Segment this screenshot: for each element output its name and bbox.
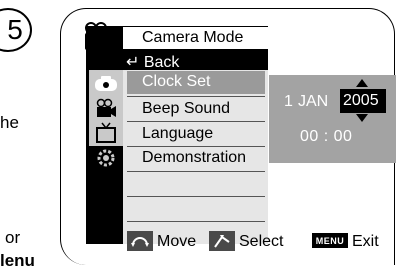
arrow-down-icon[interactable] [356,114,368,122]
page-text-fragment-1: he [0,113,19,132]
menu-header-divider [123,49,268,50]
page-text-fragment-3: lenu [0,251,35,270]
menu-item-divider [127,171,265,172]
move-dial-icon [127,231,153,251]
menu-item-clock-set[interactable]: Clock Set [142,73,210,91]
menu-title: Camera Mode [142,29,244,46]
guide-select-label: Select [239,233,284,250]
menu-item-divider [127,196,265,197]
page-text-fragment-2: or [5,228,21,247]
menu-item-divider [127,221,265,222]
clock-month[interactable]: JAN [298,93,328,111]
menu-item-divider [127,96,265,97]
menu-back-item[interactable]: ↵ Back [126,52,179,72]
arrow-up-icon[interactable] [356,79,368,87]
step-number: 5 [7,14,23,45]
menu-key-icon: MENU [312,233,348,248]
menu-item-demonstration[interactable]: Demonstration [142,149,246,167]
camera-tab-icon[interactable] [89,71,123,95]
guide-move-label: Move [157,233,197,250]
clock-time[interactable]: 00 : 00 [300,128,352,146]
guide-exit-label: Exit [352,233,379,250]
clock-year[interactable]: 2005 [343,92,379,110]
menu-item-language[interactable]: Language [142,125,213,143]
camcorder-tab-icon[interactable] [89,96,123,120]
menu-item-divider [127,146,265,147]
menu-item-beep-sound[interactable]: Beep Sound [142,100,230,118]
step-number-badge: 5 [0,8,32,52]
tv-tab-icon[interactable] [89,121,123,145]
clock-day[interactable]: 1 [284,93,293,111]
settings-tab-icon[interactable] [89,146,123,170]
menu-item-divider [127,121,265,122]
select-press-icon [209,231,235,251]
menu-key-label: MENU [315,235,345,246]
